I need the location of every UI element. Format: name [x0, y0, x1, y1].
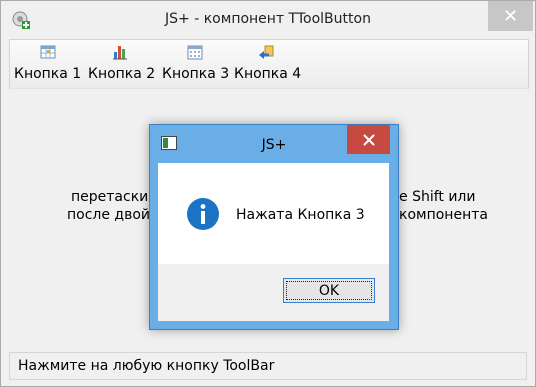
dialog-close-button[interactable] [347, 125, 390, 154]
undo-arrow-icon [258, 44, 274, 60]
toolbar-button-4[interactable]: Кнопка 4 [232, 42, 302, 86]
window-title: JS+ - компонент TToolButton [165, 11, 371, 27]
ok-button-label: OK [318, 282, 340, 299]
hint-line-2-right: компонента [399, 207, 488, 223]
hint-line-2-left: после двойн [67, 207, 160, 223]
status-bar: Нажмите на любую кнопку ToolBar [9, 352, 527, 380]
calendar-icon [187, 44, 203, 60]
window-close-button[interactable]: ✕ [488, 1, 533, 31]
ok-button[interactable]: OK [283, 278, 375, 303]
toolbar: Кнопка 1 Кнопка 2 Кнопка 3 Кнопка 4 [9, 39, 529, 89]
toolbar-button-2-label: Кнопка 2 [88, 66, 156, 82]
dialog-title-bar[interactable]: JS+ [150, 125, 398, 162]
dialog-footer: OK [158, 264, 389, 321]
message-dialog: JS+ Нажата Кнопка 3 OK [149, 124, 399, 330]
dialog-message: Нажата Кнопка 3 [236, 207, 365, 223]
close-icon: ✕ [502, 5, 519, 27]
toolbar-button-3-label: Кнопка 3 [162, 66, 230, 82]
toolbar-button-3[interactable]: Кнопка 3 [160, 42, 230, 86]
info-icon [186, 197, 220, 231]
hint-line-1-left: перетаскив [71, 189, 157, 205]
toolbar-button-1[interactable]: Кнопка 1 [12, 42, 82, 86]
toolbar-button-1-label: Кнопка 1 [14, 66, 82, 82]
toolbar-button-4-label: Кнопка 4 [234, 66, 302, 82]
status-text: Нажмите на любую кнопку ToolBar [18, 358, 275, 374]
close-icon [362, 133, 375, 146]
toolbar-button-2[interactable]: Кнопка 2 [86, 42, 156, 86]
hint-line-1-right: e Shift или [399, 189, 476, 205]
title-bar[interactable]: JS+ - компонент TToolButton ✕ [1, 1, 535, 39]
dialog-body: Нажата Кнопка 3 [158, 163, 389, 264]
table-icon [40, 44, 56, 60]
bar-chart-icon [112, 44, 128, 60]
